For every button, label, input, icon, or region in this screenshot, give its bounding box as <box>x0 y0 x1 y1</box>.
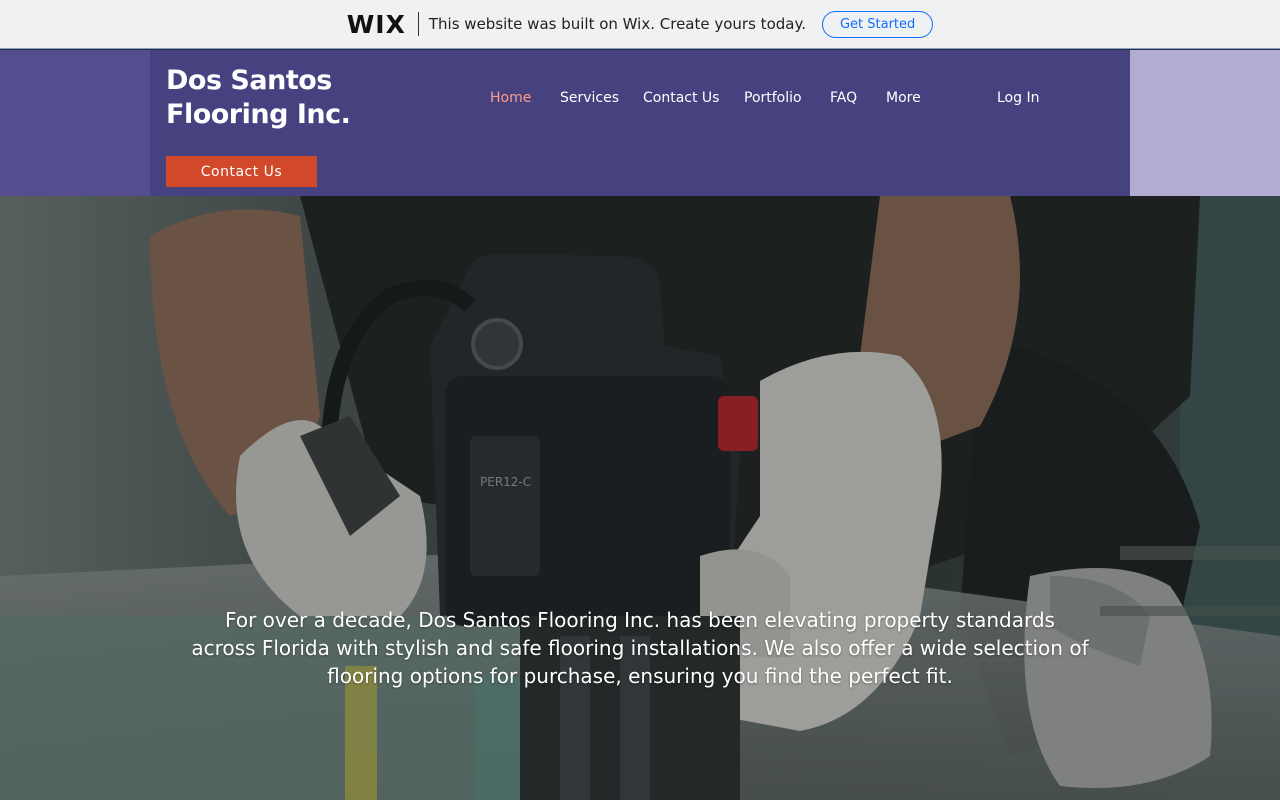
header-right-strip <box>1130 50 1280 196</box>
nav-item-services[interactable]: Services <box>560 90 619 106</box>
nav-item-home[interactable]: Home <box>490 90 531 106</box>
get-started-button[interactable]: Get Started <box>821 10 934 38</box>
contact-us-button[interactable]: Contact Us <box>166 156 317 187</box>
hero-text: For over a decade, Dos Santos Flooring I… <box>191 608 1089 688</box>
wix-logo[interactable]: WIX <box>347 10 406 39</box>
nav-item-contact-us[interactable]: Contact Us <box>643 90 719 106</box>
nav-item-portfolio[interactable]: Portfolio <box>744 90 802 106</box>
login-link[interactable]: Log In <box>997 90 1039 106</box>
wix-banner-message: This website was built on Wix. Create yo… <box>428 15 806 33</box>
wix-banner: WIX This website was built on Wix. Creat… <box>0 0 1280 49</box>
header-left-strip <box>0 50 150 196</box>
site-title[interactable]: Dos Santos Flooring Inc. <box>166 64 386 132</box>
hero-overlay <box>0 196 1280 800</box>
wix-divider <box>417 12 419 36</box>
nav-item-more[interactable]: More <box>886 90 921 106</box>
nav-item-faq[interactable]: FAQ <box>830 90 857 106</box>
hero-section: PER12-C For over a decade, Dos Santos Fl… <box>0 196 1280 800</box>
